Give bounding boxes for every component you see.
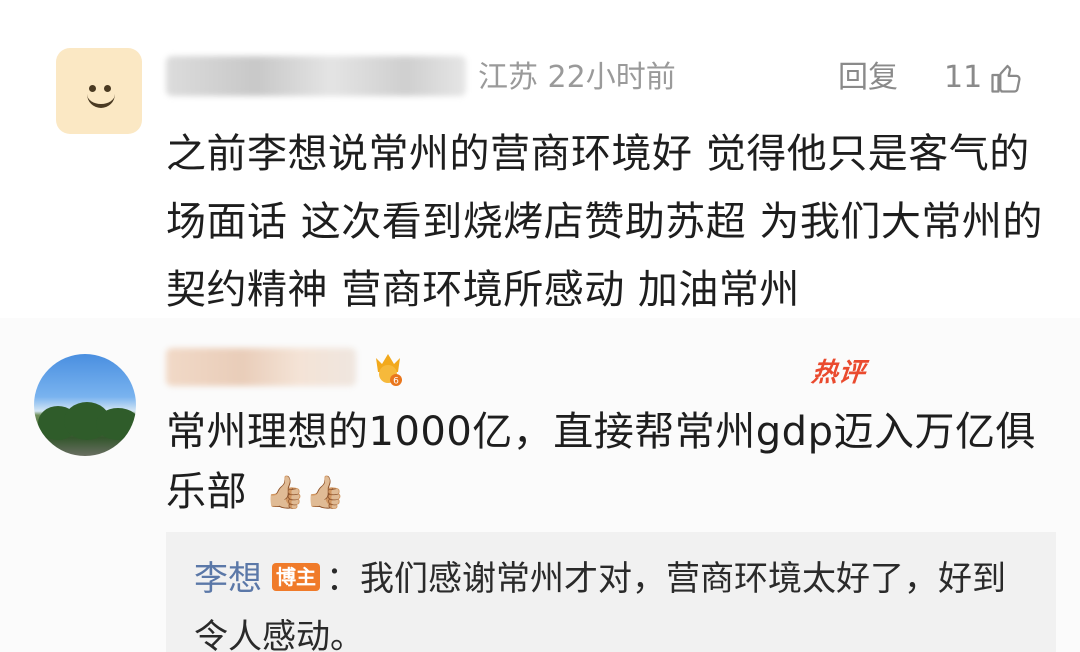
reply-button[interactable]: 回复 (838, 56, 898, 100)
comment-text: 常州理想的1000亿，直接帮常州gdp迈入万亿俱乐部 👍🏼👍🏼 (166, 402, 1046, 522)
thumbs-up-emoji: 👍🏼👍🏼 (265, 473, 346, 511)
like-count: 11 (944, 60, 983, 95)
thumbs-up-icon[interactable] (988, 60, 1024, 96)
smiley-icon-mouth (87, 88, 115, 108)
comment-meta: 江苏 22小时前 回复 11 (166, 50, 1046, 106)
reply-author[interactable]: 李想 (194, 559, 262, 599)
user-avatar[interactable] (56, 48, 142, 134)
comment-card-2: 6 热评 常州理想的1000亿，直接帮常州gdp迈入万亿俱乐部 👍🏼👍🏼 李想 博主… (0, 318, 1080, 652)
fan-level-badge-icon: 6 (376, 354, 402, 387)
comment-text: 之前李想说常州的营商环境好 觉得他只是客气的场面话 这次看到烧烤店赞助苏超 为我… (166, 131, 1043, 313)
reply-separator: ： (326, 559, 360, 599)
blurred-username[interactable] (166, 56, 466, 96)
blurred-username[interactable] (166, 348, 356, 386)
blogger-reply-box[interactable]: 李想 博主 ：我们感谢常州才对，营商环境太好了，好到令人感动。 (166, 532, 1056, 652)
comment-card-1: 江苏 22小时前 回复 11 之前李想说常州的营商环境好 觉得他只是客气的场面话… (0, 0, 1080, 318)
blogger-badge: 博主 (272, 563, 320, 591)
comment-meta: 6 (166, 348, 1046, 394)
user-avatar[interactable] (34, 354, 136, 456)
reply-text: 李想 博主 ：我们感谢常州才对，营商环境太好了，好到令人感动。 (194, 550, 1034, 652)
svg-text:6: 6 (393, 377, 399, 387)
hot-comment-tag: 热评 (810, 358, 868, 388)
location-time: 江苏 22小时前 (478, 60, 676, 95)
